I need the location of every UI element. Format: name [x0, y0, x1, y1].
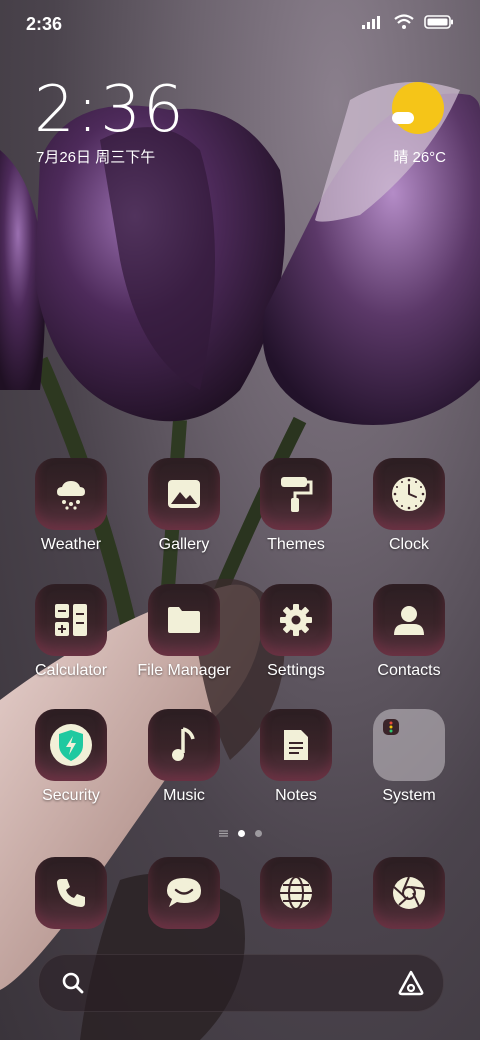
app-notes[interactable]: Notes: [240, 709, 352, 805]
dock-messages[interactable]: [128, 857, 240, 929]
weather-widget-text: 晴 26°C: [393, 149, 446, 166]
folder-mini-app-icon: [383, 719, 399, 735]
app-label: Clock: [388, 536, 429, 553]
app-settings[interactable]: Settings: [240, 584, 352, 680]
browser-icon: [280, 876, 312, 910]
app-label: Settings: [267, 662, 325, 679]
app-label: Calculator: [34, 662, 108, 679]
page-dot-active: [237, 830, 245, 837]
dock-phone[interactable]: [15, 857, 127, 929]
app-themes[interactable]: Themes: [240, 458, 352, 554]
home-screen: 2:36 2:36 7月26日 周三下午 晴 26°C Weather Gall…: [0, 0, 480, 1040]
cloud-icon: [392, 112, 414, 124]
contacts-icon: [394, 606, 424, 635]
app-calculator[interactable]: Calculator: [15, 584, 127, 680]
gallery-icon: [168, 480, 200, 508]
dock-camera[interactable]: [353, 857, 465, 929]
paint-roller-icon: [281, 477, 313, 512]
app-contacts[interactable]: Contacts: [353, 584, 465, 680]
sun-icon[interactable]: [392, 82, 444, 134]
status-time: 2:36: [26, 14, 63, 34]
clock-widget-time[interactable]: 2:36: [34, 78, 186, 142]
app-label: System: [382, 787, 436, 804]
page-indicator[interactable]: [0, 830, 480, 837]
app-label: File Manager: [137, 662, 231, 679]
notes-icon: [284, 730, 308, 760]
app-clock[interactable]: Clock: [353, 458, 465, 554]
calculator-icon: [55, 604, 87, 636]
folder-system[interactable]: System: [353, 709, 465, 805]
app-music[interactable]: Music: [128, 709, 240, 805]
shield-icon: [50, 724, 92, 766]
app-label: Music: [163, 787, 205, 804]
gear-icon: [280, 604, 312, 636]
app-label: Weather: [40, 536, 102, 553]
app-gallery[interactable]: Gallery: [128, 458, 240, 554]
phone-icon: [57, 879, 85, 907]
menu-lines-icon: [218, 830, 228, 837]
music-icon: [172, 727, 195, 761]
clock-icon: [392, 477, 426, 511]
status-icons: [362, 14, 454, 30]
weather-icon: [57, 481, 85, 510]
signal-icon: [362, 16, 380, 29]
app-label: Notes: [275, 787, 317, 804]
page-dot: [254, 830, 262, 837]
app-label: Security: [42, 787, 100, 804]
message-icon: [167, 878, 201, 907]
app-label: Gallery: [158, 536, 210, 553]
app-security[interactable]: Security: [15, 709, 127, 805]
search-icon[interactable]: [61, 971, 85, 995]
folder-icon: [168, 607, 200, 633]
app-weather[interactable]: Weather: [15, 458, 127, 554]
traffic-light-icon: [389, 721, 393, 733]
camera-aperture-icon: [393, 876, 426, 909]
wifi-icon: [394, 14, 414, 29]
battery-icon: [424, 15, 453, 29]
app-label: Contacts: [377, 662, 441, 679]
dock-browser[interactable]: [240, 857, 352, 929]
search-bar[interactable]: [38, 954, 444, 1012]
status-bar: 2:36: [0, 0, 480, 50]
clock-widget-date: 7月26日 周三下午: [36, 149, 156, 166]
app-file-manager[interactable]: File Manager: [128, 584, 240, 680]
assistant-icon[interactable]: [397, 969, 425, 997]
app-label: Themes: [267, 536, 325, 553]
